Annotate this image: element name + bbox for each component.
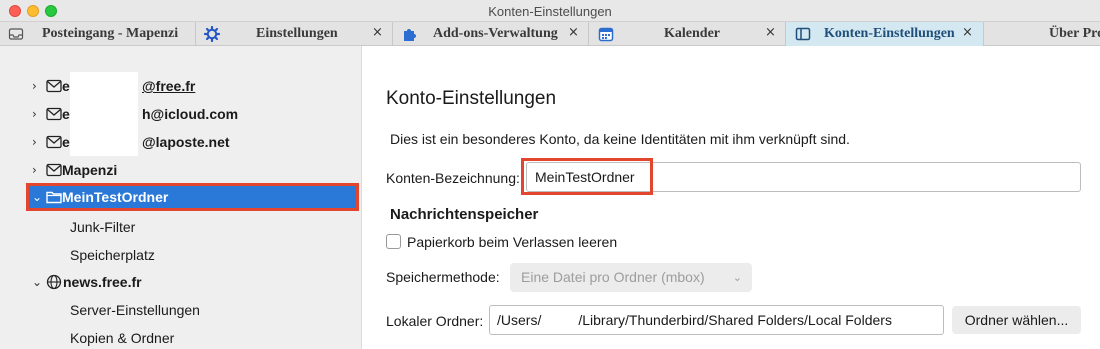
sidebar-item-label: Kopien & Ordner bbox=[70, 330, 175, 346]
mail-icon bbox=[46, 163, 62, 177]
account-label-prefix: e bbox=[62, 134, 70, 150]
redaction-box bbox=[70, 72, 138, 100]
account-label-prefix: e bbox=[62, 106, 70, 122]
close-icon[interactable]: × bbox=[765, 25, 776, 40]
chevron-right-icon[interactable]: › bbox=[32, 107, 37, 121]
account-item-laposte[interactable]: › e @laposte.net bbox=[0, 128, 362, 156]
redaction-box bbox=[70, 100, 138, 128]
account-item-mapenzi[interactable]: › Mapenzi bbox=[0, 156, 362, 184]
local-folder-prefix: /Users/ bbox=[497, 312, 542, 328]
account-name-label: Konten-Bezeichnung: bbox=[386, 170, 520, 186]
tab-label: Posteingang - Mapenzi bbox=[42, 26, 179, 41]
chevron-right-icon[interactable]: › bbox=[32, 79, 37, 93]
folder-icon bbox=[46, 191, 62, 204]
mail-icon bbox=[46, 107, 62, 121]
storage-method-select[interactable]: Eine Datei pro Ordner (mbox) ⌄ bbox=[510, 263, 752, 292]
account-item-free[interactable]: › e @free.fr bbox=[0, 72, 362, 100]
close-icon[interactable]: × bbox=[962, 25, 973, 40]
empty-trash-label: Papierkorb beim Verlassen leeren bbox=[407, 234, 618, 250]
storage-section-heading: Nachrichtenspeicher bbox=[390, 206, 539, 223]
account-sidebar: › e @free.fr › e h@icloud.com › e @lapos… bbox=[0, 46, 362, 349]
account-label: MeinTestOrdner bbox=[62, 189, 169, 205]
storage-method-value: Eine Datei pro Ordner (mbox) bbox=[521, 269, 705, 285]
redaction-box bbox=[70, 128, 138, 156]
sidebar-item-label: Speicherplatz bbox=[70, 247, 155, 263]
local-folder-field[interactable]: /Users/ /Library/Thunderbird/Shared Folde… bbox=[489, 305, 944, 335]
window-title: Konten-Einstellungen bbox=[488, 4, 612, 19]
chevron-down-icon[interactable]: ⌄ bbox=[32, 190, 42, 204]
account-item-news[interactable]: ⌄ news.free.fr bbox=[0, 268, 362, 296]
tab-label: Kalender bbox=[664, 26, 720, 41]
sidebar-item-label: Server-Einstellungen bbox=[70, 302, 200, 318]
account-settings-icon bbox=[795, 27, 811, 41]
chevron-right-icon[interactable]: › bbox=[32, 163, 37, 177]
tab-label: Einstellungen bbox=[256, 26, 338, 41]
mail-icon bbox=[46, 79, 62, 93]
tab-label: Über Pro bbox=[1049, 26, 1100, 41]
account-label-suffix: @free.fr bbox=[142, 78, 196, 94]
choose-folder-button[interactable]: Ordner wählen... bbox=[952, 306, 1081, 334]
title-bar: Konten-Einstellungen bbox=[0, 0, 1100, 22]
tab-bar: Posteingang - Mapenzi Einstellungen × Ad… bbox=[0, 22, 1100, 46]
tab-inbox[interactable]: Posteingang - Mapenzi bbox=[0, 22, 196, 46]
close-icon[interactable]: × bbox=[372, 25, 383, 40]
highlight-box bbox=[521, 158, 653, 195]
gear-icon bbox=[204, 26, 220, 42]
account-label: Mapenzi bbox=[62, 162, 118, 178]
inbox-icon bbox=[8, 28, 24, 40]
account-label-suffix: @laposte.net bbox=[142, 134, 230, 150]
chevron-down-icon[interactable]: ⌄ bbox=[32, 275, 42, 289]
tab-settings[interactable]: Einstellungen × bbox=[196, 22, 393, 46]
storage-method-label: Speichermethode: bbox=[386, 269, 500, 285]
account-item-icloud[interactable]: › e h@icloud.com bbox=[0, 100, 362, 128]
puzzle-icon bbox=[404, 29, 416, 41]
close-icon[interactable]: × bbox=[568, 25, 579, 40]
local-folder-suffix: /Library/Thunderbird/Shared Folders/Loca… bbox=[578, 312, 892, 328]
account-label-suffix: h@icloud.com bbox=[142, 106, 239, 122]
local-folder-label: Lokaler Ordner: bbox=[386, 313, 484, 329]
page-title: Konto-Einstellungen bbox=[386, 88, 557, 109]
sidebar-item-label: Junk-Filter bbox=[70, 219, 136, 235]
globe-icon bbox=[46, 274, 62, 290]
calendar-icon bbox=[598, 27, 614, 42]
tab-about[interactable]: Über Pro bbox=[984, 22, 1100, 46]
tab-account-settings[interactable]: Konten-Einstellungen × bbox=[786, 22, 984, 46]
chevron-right-icon[interactable]: › bbox=[32, 135, 37, 149]
mail-icon bbox=[46, 135, 62, 149]
info-text: Dies ist ein besonderes Konto, da keine … bbox=[390, 131, 850, 147]
account-label: news.free.fr bbox=[63, 274, 142, 290]
tab-label: Add-ons-Verwaltung bbox=[433, 26, 558, 41]
empty-trash-checkbox[interactable] bbox=[386, 234, 401, 249]
tab-addons[interactable]: Add-ons-Verwaltung × bbox=[393, 22, 589, 46]
tab-calendar[interactable]: Kalender × bbox=[589, 22, 786, 46]
account-item-meintestordner[interactable]: ⌄ MeinTestOrdner bbox=[26, 183, 359, 211]
tab-label: Konten-Einstellungen bbox=[824, 26, 955, 41]
account-label-prefix: e bbox=[62, 78, 70, 94]
chevron-down-icon: ⌄ bbox=[732, 271, 742, 284]
account-settings-panel: Konto-Einstellungen Dies ist ein besonde… bbox=[363, 46, 1100, 349]
